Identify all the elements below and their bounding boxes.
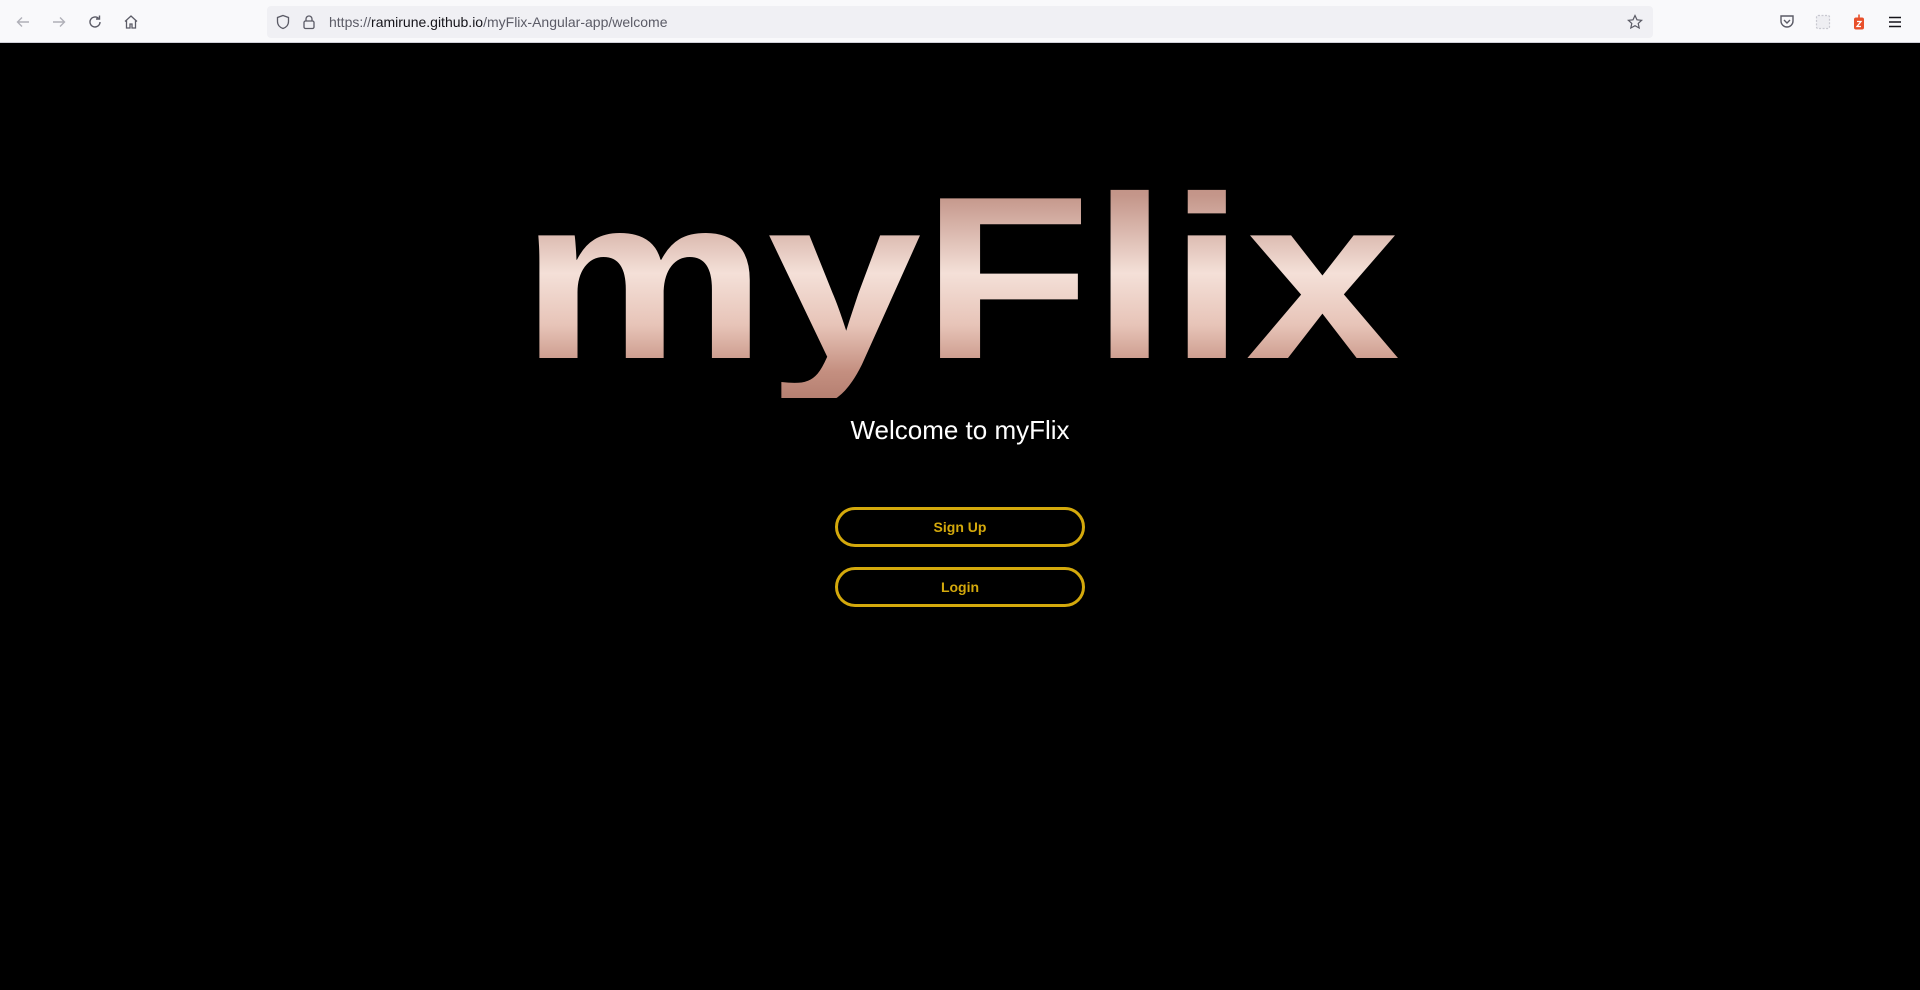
signup-button[interactable]: Sign Up [835,507,1085,547]
welcome-heading: Welcome to myFlix [850,415,1070,445]
url-text[interactable]: https://ramirune.github.io/myFlix-Angula… [329,6,668,38]
home-icon [124,15,138,29]
back-icon [16,17,29,27]
menu-icon[interactable] [1886,13,1904,31]
pocket-icon[interactable] [1778,13,1796,31]
notification-icon[interactable] [1850,13,1868,31]
url-path: /myFlix-Angular-app/welcome [483,14,668,30]
url-scheme: https:// [329,14,372,30]
url-host: ramirune.github.io [371,14,484,30]
forward-icon [53,17,66,27]
forward-button[interactable] [44,7,74,37]
browser-toolbar: https://ramirune.github.io/myFlix-Angula… [0,0,1920,43]
reload-button[interactable] [80,7,110,37]
back-button[interactable] [8,7,38,37]
reload-icon [89,15,101,28]
address-bar[interactable]: https://ramirune.github.io/myFlix-Angula… [267,6,1653,38]
logo-text: myFlix [520,149,1400,398]
page-content: myFlix Welcome to myFlix Sign Up Login [0,43,1920,990]
shield-icon[interactable] [275,14,291,30]
home-button[interactable] [116,7,146,37]
star-icon[interactable] [1627,14,1643,30]
lock-icon[interactable] [301,14,317,30]
extension-icon[interactable] [1814,13,1832,31]
myflix-logo: myFlix [520,149,1400,398]
login-button[interactable]: Login [835,567,1085,607]
